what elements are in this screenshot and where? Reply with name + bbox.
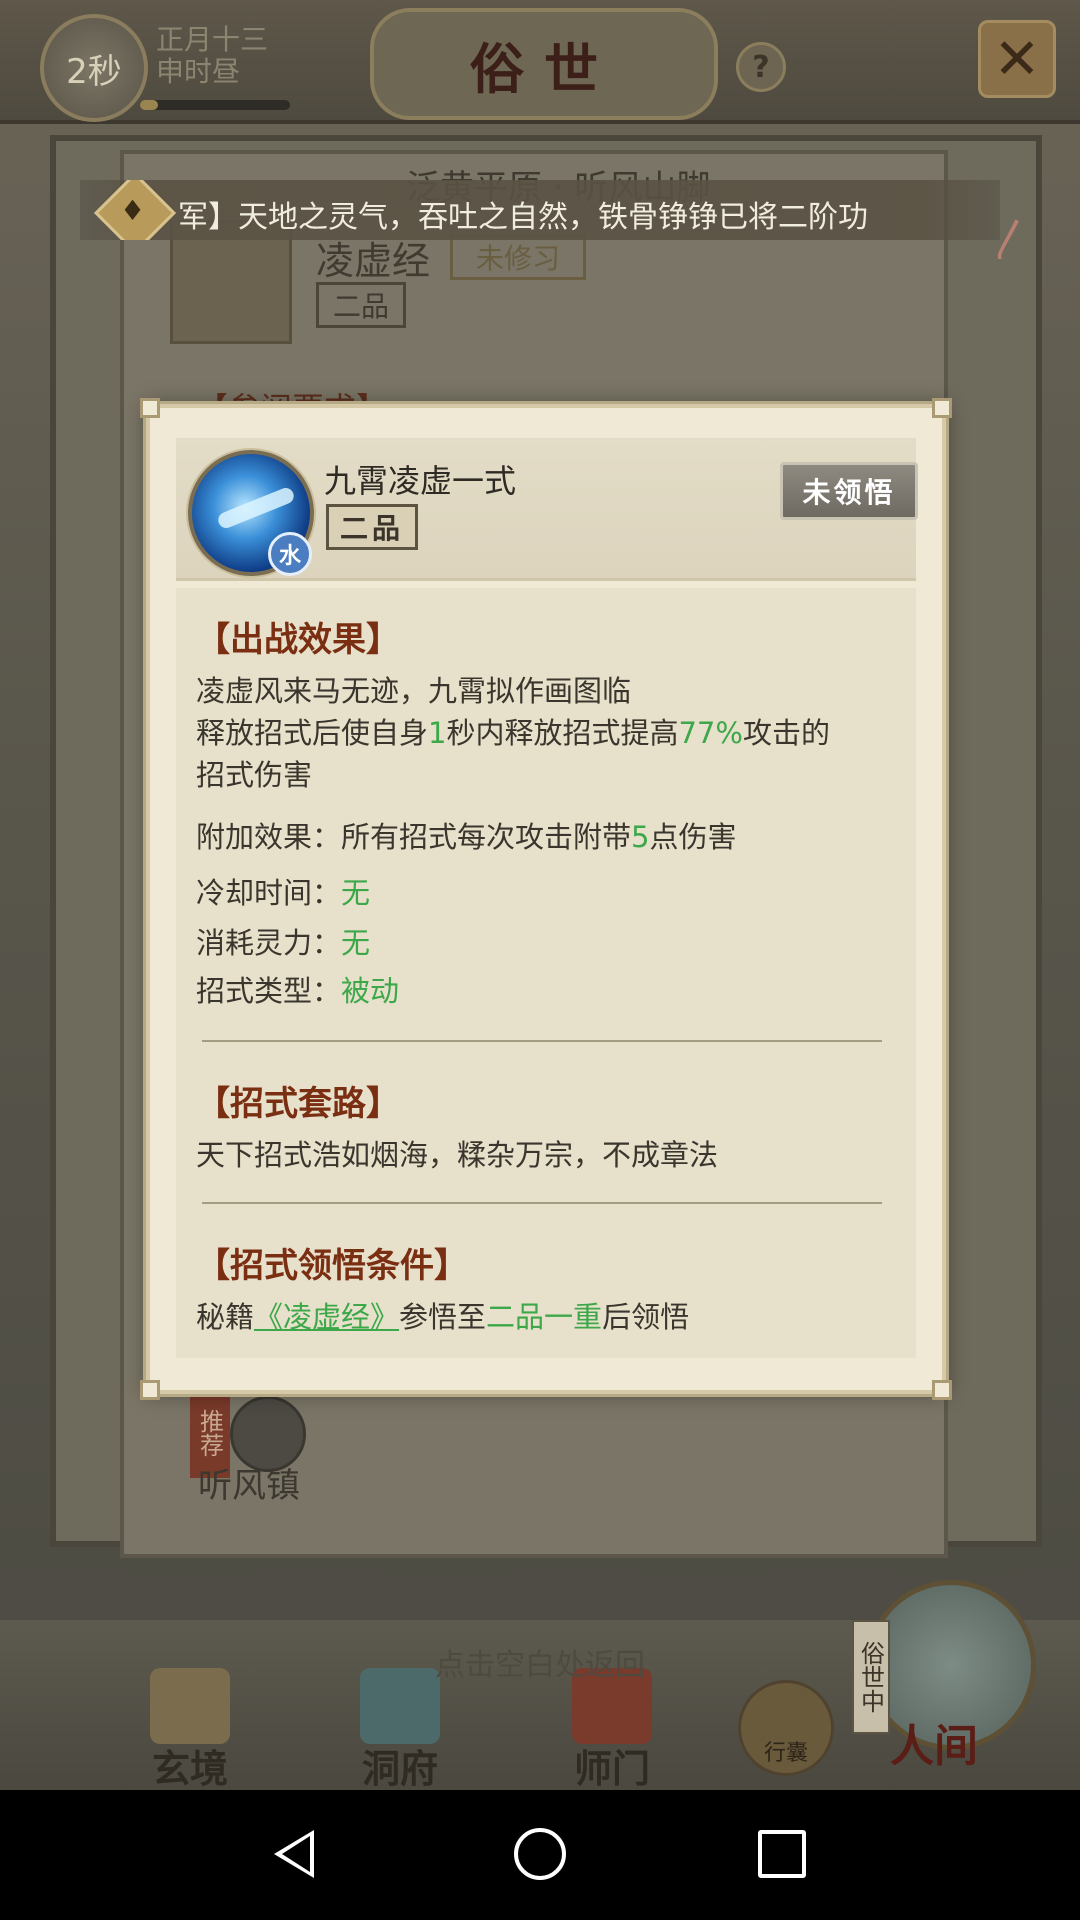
cooldown-row: 冷却时间：无 — [196, 876, 371, 910]
nav-label: 洞府 — [361, 1746, 438, 1790]
android-nav-bar — [0, 1790, 1080, 1920]
divider — [202, 1040, 882, 1042]
swallow-icon: 〳 — [990, 215, 1033, 264]
nav-label: 师门 — [573, 1746, 650, 1790]
battle-effect-line3: 招式伤害 — [196, 758, 313, 792]
back-icon-inner — [282, 1836, 310, 1872]
date-day: 正月十三 — [156, 23, 269, 56]
bag-button[interactable]: 行囊 — [738, 1680, 834, 1776]
notice-text: 军】天地之灵气，吞吐之自然，铁骨铮铮已将二阶功 — [178, 200, 868, 235]
mana-cost-row: 消耗灵力：无 — [196, 926, 371, 960]
book-link[interactable]: 《凌虚经》 — [254, 1300, 399, 1334]
battle-effect-desc: 凌虚风来马无迹，九霄拟作画图临 释放招式后使自身1秒内释放招式提高77%攻击的 … — [196, 670, 916, 796]
notice-banner: ♦ 军】天地之灵气，吞吐之自然，铁骨铮铮已将二阶功 — [80, 180, 1000, 240]
background-book-status: 未修习 — [450, 234, 586, 280]
modal-corner — [932, 398, 952, 418]
date-time: 申时昼 — [156, 55, 241, 88]
nav-item-shimen[interactable]: 师门 — [552, 1668, 672, 1790]
skill-header: 水 九霄凌虚一式 二品 未领悟 — [176, 438, 918, 581]
recent-apps-icon[interactable] — [758, 1830, 806, 1878]
not-comprehended-button[interactable]: 未领悟 — [780, 462, 918, 520]
battle-effect-title: 【出战效果】 — [196, 620, 400, 660]
timer-badge: 2秒 — [40, 14, 148, 122]
skill-detail-body: 【出战效果】 凌虚风来马无迹，九霄拟作画图临 释放招式后使自身1秒内释放招式提高… — [176, 588, 916, 1358]
skill-icon-streak — [215, 485, 297, 531]
modal-corner — [932, 1380, 952, 1400]
renjian-label: 人间 — [890, 1721, 978, 1772]
tap-to-return-hint: 点击空白处返回 — [435, 1648, 645, 1683]
nav-item-dongfu[interactable]: 洞府 — [340, 1668, 460, 1790]
background-book-grade: 二品 — [316, 282, 406, 328]
time-progress-fill — [140, 100, 158, 110]
nav-label: 玄境 — [151, 1746, 228, 1790]
skill-grade-tag: 二品 — [326, 504, 418, 550]
routine-title: 【招式套路】 — [196, 1084, 400, 1124]
skill-name: 九霄凌虚一式 — [324, 462, 517, 500]
water-element-badge: 水 — [268, 532, 312, 576]
close-icon[interactable]: ✕ — [978, 20, 1056, 98]
divider — [202, 1202, 882, 1204]
time-progress-bar — [140, 100, 290, 110]
nav-item-xuanjing[interactable]: 玄境 — [130, 1668, 250, 1790]
battle-effect-line2: 释放招式后使自身1秒内释放招式提高77%攻击的 — [196, 716, 830, 750]
town-button[interactable]: 推荐 听风镇 — [190, 1388, 310, 1506]
routine-text: 天下招式浩如烟海，糅杂万宗，不成章法 — [196, 1138, 719, 1172]
page-title: 俗世 — [370, 8, 718, 120]
modal-corner — [140, 1380, 160, 1400]
question-icon[interactable]: ? — [736, 42, 786, 92]
modal-corner — [140, 398, 160, 418]
game-date: 正月十三 申时昼 — [156, 24, 268, 88]
condition-title: 【招式领悟条件】 — [196, 1246, 468, 1286]
game-screen[interactable]: 泛黄平原 · 听风山脚 凌虚经 未修习 二品 【参阅要求】 推荐 听风镇 2秒 … — [0, 0, 1080, 1790]
bell-icon: ♦ — [120, 194, 146, 227]
extra-effect: 附加效果：所有招式每次攻击附带5点伤害 — [196, 820, 737, 854]
skill-type-row: 招式类型：被动 — [196, 974, 400, 1008]
town-name: 听风镇 — [198, 1466, 300, 1506]
skill-detail-modal: 水 九霄凌虚一式 二品 未领悟 【出战效果】 凌虚风来马无迹，九霄拟作画图临 释… — [140, 398, 952, 1400]
top-bar: 2秒 正月十三 申时昼 俗世 ? ✕ — [0, 0, 1080, 124]
condition-text: 秘籍《凌虚经》参悟至二品一重后领悟 — [196, 1300, 690, 1334]
home-icon[interactable] — [514, 1828, 566, 1880]
battle-effect-line1: 凌虚风来马无迹，九霄拟作画图临 — [196, 674, 632, 708]
